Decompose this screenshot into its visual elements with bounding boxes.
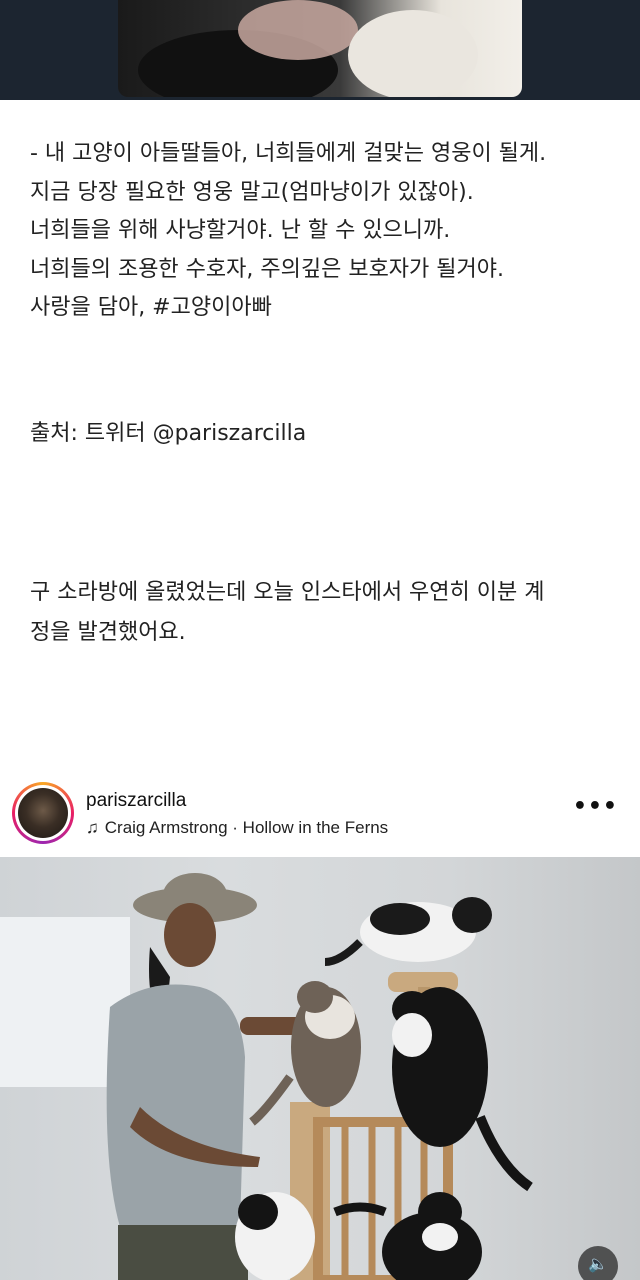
paragraph-line: 구 소라방에 올렸었는데 오늘 인스타에서 우연히 이분 계 — [30, 580, 545, 605]
post-photo[interactable]: 🔈 — [0, 857, 640, 1280]
music-note-icon: ♫ — [86, 818, 99, 837]
username[interactable]: pariszarcilla — [86, 790, 186, 812]
photo-shape-pink — [238, 0, 358, 60]
speaker-icon[interactable]: 🔈 — [578, 1246, 618, 1280]
post-line: 지금 당장 필요한 영웅 말고(엄마냥이가 있잖아). — [30, 179, 474, 205]
avatar[interactable] — [12, 782, 74, 844]
photo-illustration — [106, 873, 533, 1280]
post-line: 너희들을 위해 사냥할거야. 난 할 수 있으니까. — [30, 218, 451, 243]
paragraph-line: 정을 발견했어요. — [30, 620, 186, 645]
photo-shape-white — [348, 10, 478, 97]
more-horizontal-icon[interactable]: ••• — [573, 794, 618, 819]
post-line: 사랑을 담아, #고양이아빠 — [30, 295, 272, 320]
avatar-frame — [15, 785, 71, 841]
post-line: 너희들의 조용한 수호자, 주의깊은 보호자가 될거야. — [30, 256, 504, 282]
avatar-image — [18, 788, 68, 838]
post-line: - 내 고양이 아들딸들아, 너희들에게 걸맞는 영웅이 될게. — [30, 141, 547, 166]
music-title: Craig Armstrong · Hollow in the Ferns — [104, 818, 389, 837]
top-image-strip — [0, 0, 640, 100]
post-body: - 내 고양이 아들딸들아, 너희들에게 걸맞는 영웅이 될게. 지금 당장 필… — [30, 135, 620, 328]
cat-photo-cropped — [118, 0, 522, 97]
instagram-post-header: pariszarcilla ♫ Craig Armstrong · Hollow … — [0, 778, 640, 856]
post-paragraph-2: 구 소라방에 올렸었는데 오늘 인스타에서 우연히 이분 계 정을 발견했어요. — [30, 573, 620, 653]
source-credit: 출처: 트위터 @pariszarcilla — [30, 421, 307, 446]
music-info[interactable]: ♫ Craig Armstrong · Hollow in the Ferns — [86, 818, 388, 838]
